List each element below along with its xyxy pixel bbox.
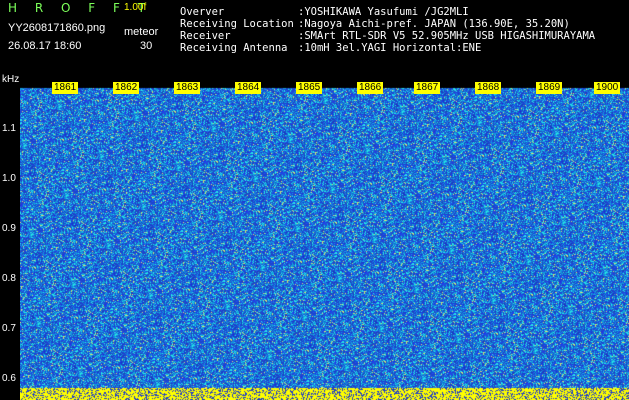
y-tick-0-9: 0.9 — [2, 223, 16, 234]
info-label-antenna: Receiving Antenna — [180, 42, 288, 54]
x-tick-1861: 1861 — [52, 82, 79, 94]
info-label-observer: Overver — [180, 6, 225, 18]
x-tick-1869: 1869 — [536, 82, 563, 94]
y-tick-0-8: 0.8 — [2, 273, 16, 284]
meteor-count: 30 — [140, 40, 153, 52]
y-tick-0-7: 0.7 — [2, 323, 16, 334]
filename-label: YY2608171860.png — [8, 22, 106, 34]
x-tick-1900: 1900 — [594, 82, 621, 94]
x-tick-1864: 1864 — [235, 82, 262, 94]
info-value-observer: :YOSHIKAWA Yasufumi /JG2MLI — [298, 6, 469, 18]
info-label-location: Receiving Location — [180, 18, 294, 30]
x-tick-1863: 1863 — [174, 82, 201, 94]
spectrogram — [20, 80, 629, 400]
info-value-antenna: :10mH 3el.YAGI Horizontal:ENE — [298, 42, 482, 54]
x-tick-1866: 1866 — [357, 82, 384, 94]
x-tick-1865: 1865 — [296, 82, 323, 94]
x-tick-1867: 1867 — [414, 82, 441, 94]
y-tick-0-6: 0.6 — [2, 373, 16, 384]
meteor-label: meteor — [124, 26, 159, 38]
axis-unit-label: kHz — [2, 74, 20, 85]
x-tick-1862: 1862 — [113, 82, 140, 94]
info-value-receiver: :SMArt RTL-SDR V5 52.905MHz USB HIGASHIM… — [298, 30, 596, 42]
y-tick-1-0: 1.0 — [2, 173, 16, 184]
info-label-receiver: Receiver — [180, 30, 231, 42]
timestamp-label: 26.08.17 18:60 — [8, 40, 82, 52]
info-value-location: :Nagoya Aichi-pref. JAPAN (136.90E, 35.2… — [298, 18, 570, 30]
version-label: 1.00f — [124, 2, 147, 13]
x-tick-1868: 1868 — [475, 82, 502, 94]
y-tick-1-1: 1.1 — [2, 123, 16, 134]
